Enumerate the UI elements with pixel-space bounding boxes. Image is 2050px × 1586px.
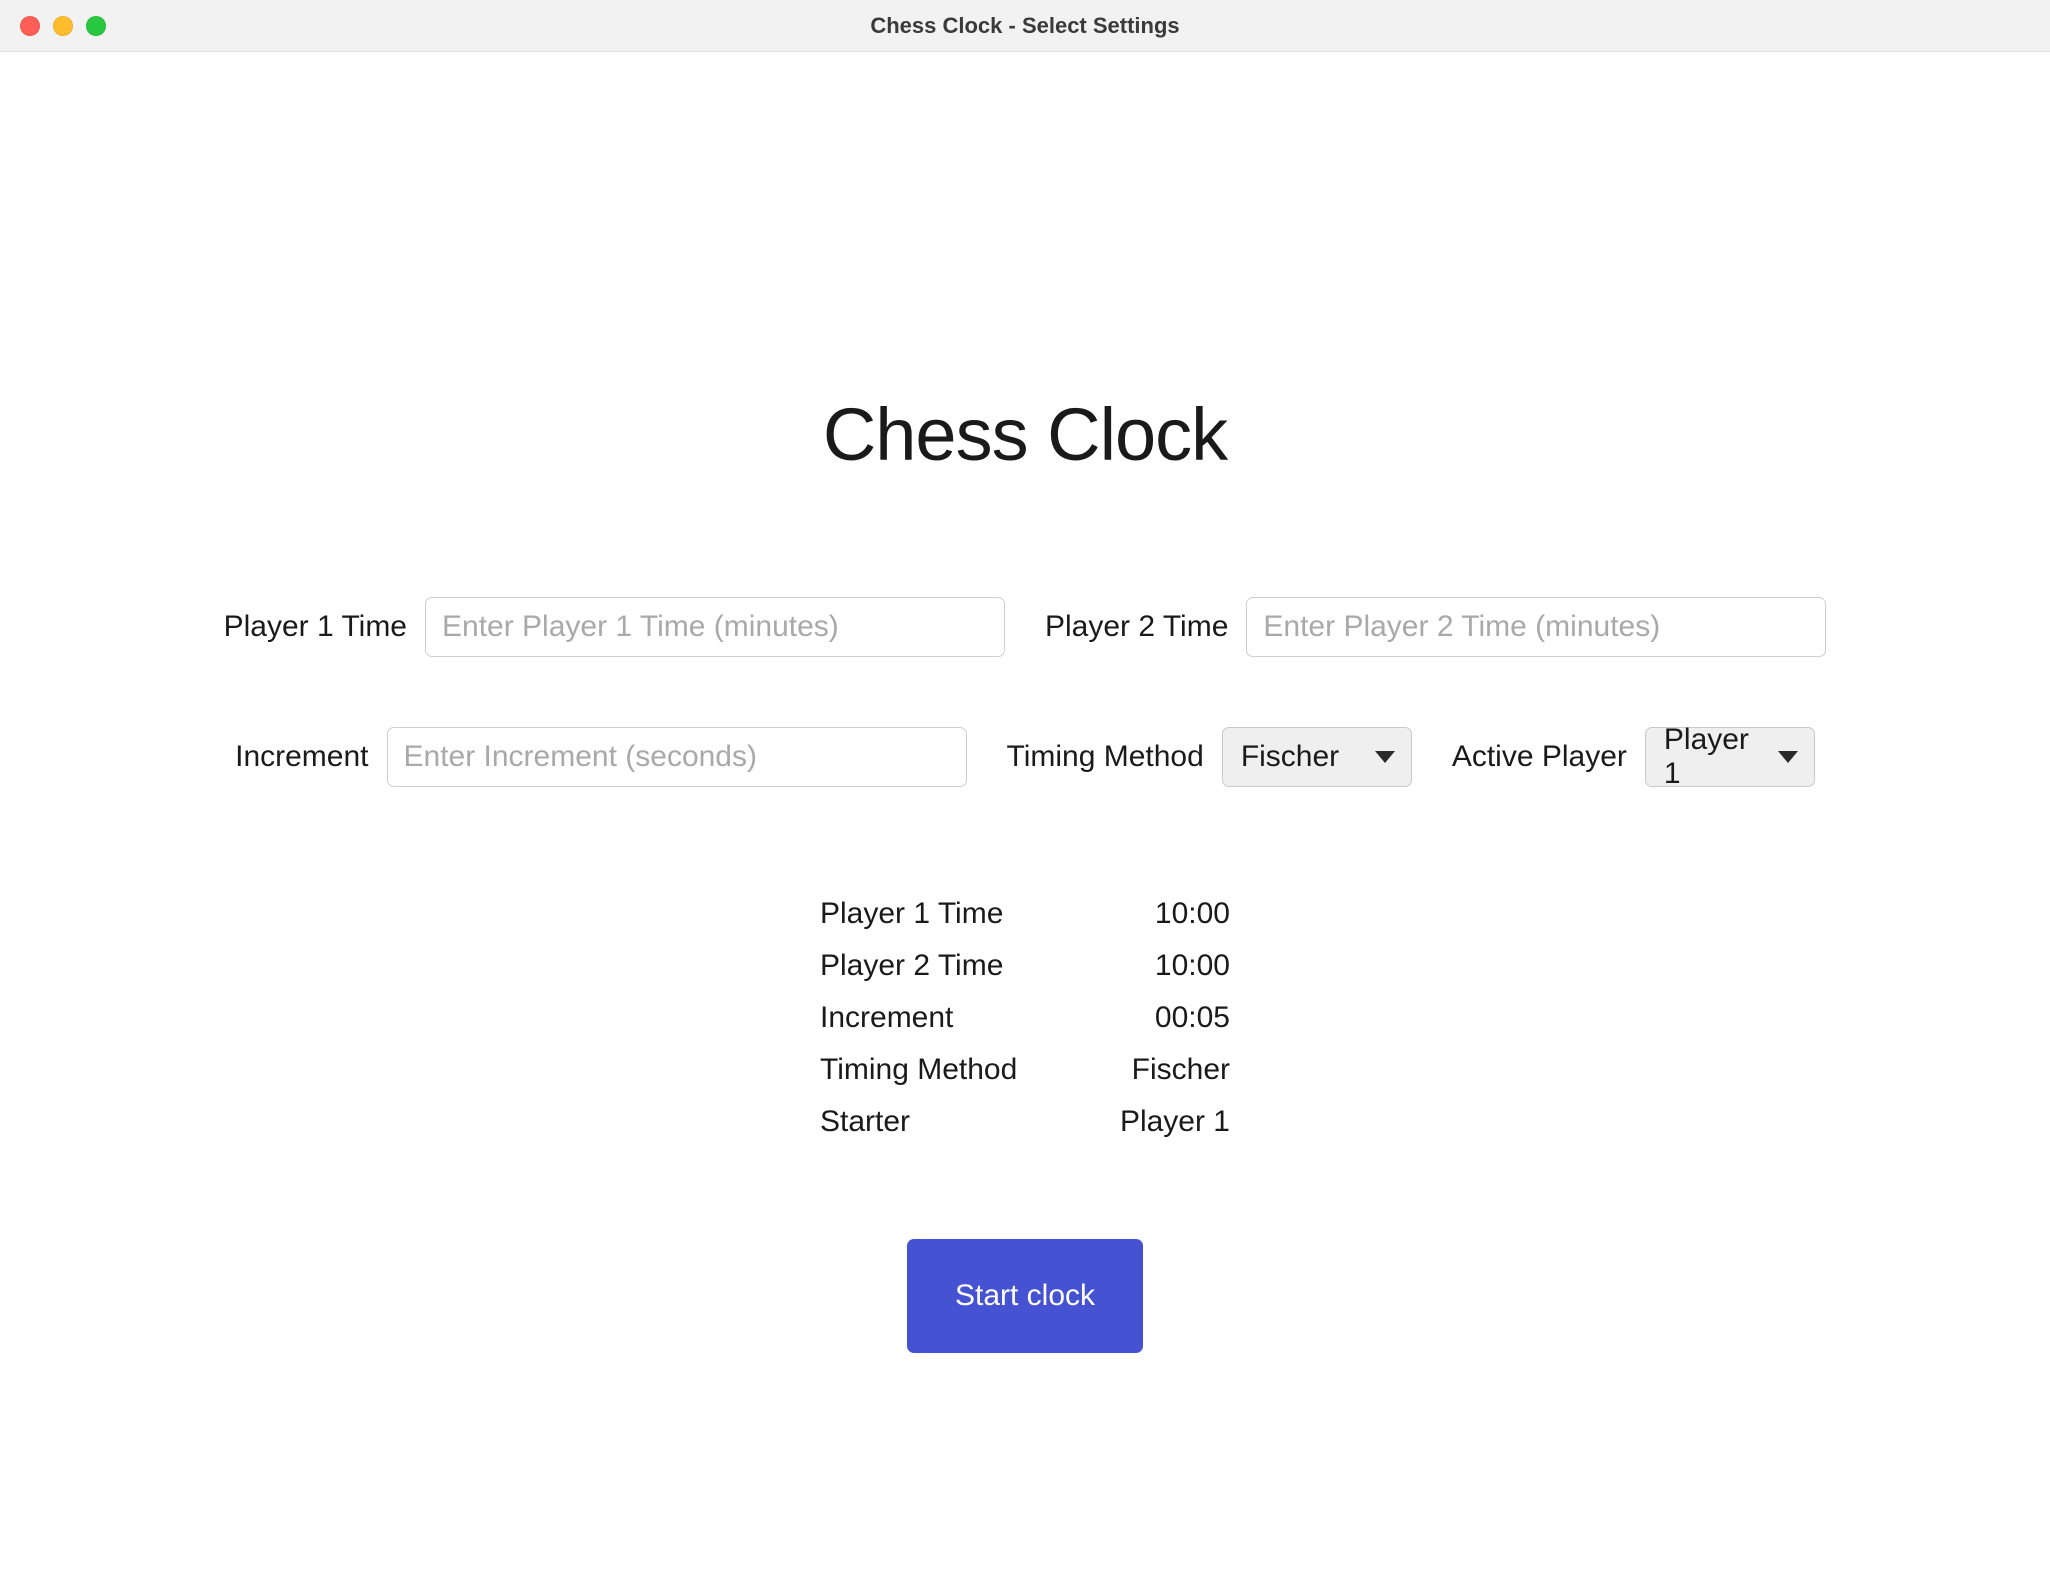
timing-method-select[interactable]: Fischer [1222,727,1412,787]
active-player-label: Active Player [1452,740,1627,774]
timing-method-selected: Fischer [1241,740,1339,774]
summary-label: Starter [820,1105,1060,1139]
increment-input[interactable] [387,727,967,787]
form-row-times: Player 1 Time Player 2 Time [224,597,1827,657]
start-clock-button[interactable]: Start clock [907,1239,1143,1353]
player1-time-input[interactable] [425,597,1005,657]
chevron-down-icon [1778,751,1798,763]
player2-time-label: Player 2 Time [1045,610,1228,644]
summary-label: Timing Method [820,1053,1060,1087]
window-controls [20,16,106,36]
window-title: Chess Clock - Select Settings [870,13,1179,39]
titlebar: Chess Clock - Select Settings [0,0,2050,52]
summary-value: 10:00 [1070,949,1230,983]
timing-method-label: Timing Method [1007,740,1204,774]
player2-time-input[interactable] [1246,597,1826,657]
settings-form: Player 1 Time Player 2 Time Increment Ti… [224,597,1827,787]
content-area: Chess Clock Player 1 Time Player 2 Time … [0,52,2050,1353]
summary-label: Player 1 Time [820,897,1060,931]
close-icon[interactable] [20,16,40,36]
increment-group: Increment [235,727,966,787]
increment-label: Increment [235,740,368,774]
app-window: Chess Clock - Select Settings Chess Cloc… [0,0,2050,1586]
summary-value: Player 1 [1070,1105,1230,1139]
player2-time-group: Player 2 Time [1045,597,1826,657]
minimize-icon[interactable] [53,16,73,36]
form-row-options: Increment Timing Method Fischer Active P… [224,727,1827,787]
maximize-icon[interactable] [86,16,106,36]
summary-value: 10:00 [1070,897,1230,931]
page-title: Chess Clock [823,392,1227,477]
active-player-select[interactable]: Player 1 [1645,727,1815,787]
summary-label: Player 2 Time [820,949,1060,983]
summary-value: 00:05 [1070,1001,1230,1035]
player1-time-group: Player 1 Time [224,597,1005,657]
summary-label: Increment [820,1001,1060,1035]
active-player-selected: Player 1 [1664,723,1762,791]
timing-method-group: Timing Method Fischer [1007,727,1412,787]
chevron-down-icon [1375,751,1395,763]
player1-time-label: Player 1 Time [224,610,407,644]
active-player-group: Active Player Player 1 [1452,727,1815,787]
settings-summary: Player 1 Time 10:00 Player 2 Time 10:00 … [820,897,1230,1139]
summary-value: Fischer [1070,1053,1230,1087]
